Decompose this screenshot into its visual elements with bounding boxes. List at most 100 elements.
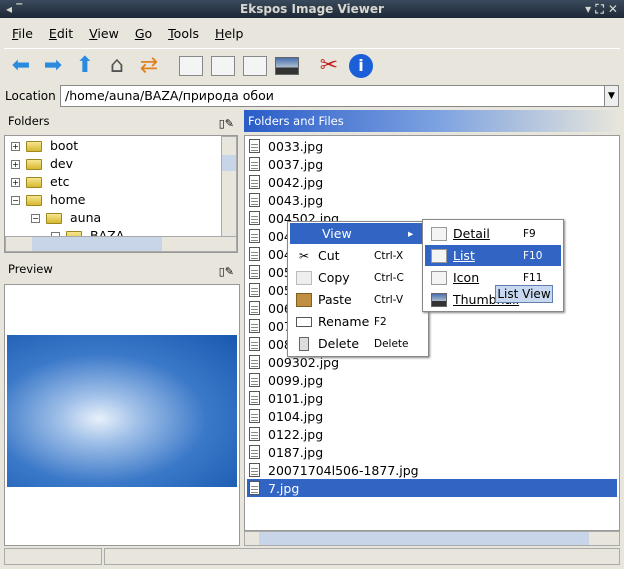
- forward-icon[interactable]: ➡: [40, 53, 66, 79]
- folder-icon: [26, 176, 42, 188]
- menu-go[interactable]: Go: [135, 26, 152, 41]
- file-item[interactable]: 0042.jpg: [247, 173, 617, 191]
- location-bar: Location /home/auna/BAZA/природа обои ▼: [4, 84, 620, 108]
- window-controls[interactable]: ▾ ⛶ ✕: [585, 0, 618, 18]
- paste-icon: [296, 292, 312, 307]
- file-item[interactable]: 0043.jpg: [247, 191, 617, 209]
- context-menu-view[interactable]: View ▸: [290, 223, 426, 244]
- file-item[interactable]: 20071704l506-1877.jpg: [247, 461, 617, 479]
- tree-item-dev[interactable]: + dev: [11, 155, 73, 173]
- file-icon: [249, 355, 260, 369]
- file-icon: [249, 247, 260, 261]
- file-name: 0033.jpg: [268, 138, 324, 154]
- copy-icon: [296, 270, 312, 285]
- context-menu-paste[interactable]: Paste Ctrl-V: [290, 289, 426, 310]
- file-item[interactable]: 0104.jpg: [247, 407, 617, 425]
- title-bar: Ekspos Image Viewer ◂ ‾ ▾ ⛶ ✕: [0, 0, 624, 18]
- expand-icon[interactable]: +: [11, 177, 20, 187]
- icon-view-icon: [431, 270, 447, 285]
- menu-view[interactable]: View: [89, 26, 119, 41]
- tree-item-boot[interactable]: + boot: [11, 137, 78, 155]
- detail-view-icon: [431, 226, 447, 241]
- files-panel-header: Folders and Files: [244, 110, 620, 132]
- location-label: Location: [5, 89, 56, 103]
- location-dropdown-button[interactable]: ▼: [604, 85, 619, 107]
- folder-icon: [26, 194, 42, 206]
- menu-tools[interactable]: Tools: [168, 26, 199, 41]
- collapse-icon[interactable]: −: [11, 195, 20, 205]
- location-input[interactable]: /home/auna/BAZA/природа обои: [60, 85, 606, 107]
- tree-item-etc[interactable]: + etc: [11, 173, 69, 191]
- tree-item-auna[interactable]: − auna: [31, 209, 101, 227]
- menu-help[interactable]: Help: [215, 26, 244, 41]
- file-icon: [249, 319, 260, 333]
- collapse-icon[interactable]: −: [31, 213, 40, 223]
- preview-title: Preview: [8, 262, 53, 276]
- home-icon[interactable]: ⌂: [104, 53, 130, 79]
- file-icon: [249, 139, 260, 153]
- file-name: 0037.jpg: [268, 156, 324, 172]
- file-icon: [249, 445, 260, 459]
- info-icon[interactable]: i: [348, 53, 374, 79]
- preview-panel-header: Preview ▯✎: [4, 258, 240, 280]
- context-menu-cut[interactable]: ✂ Cut Ctrl-X: [290, 245, 426, 266]
- tree-label: boot: [50, 138, 79, 153]
- tree-label: auna: [70, 210, 102, 225]
- tree-item-home[interactable]: − home: [11, 191, 85, 209]
- menu-bar: File Edit View Go Tools Help: [4, 20, 620, 46]
- tree-label: etc: [50, 174, 70, 189]
- window-title: Ekspos Image Viewer: [240, 2, 384, 16]
- tree-label: home: [50, 192, 86, 207]
- tree-vertical-scrollbar[interactable]: [221, 136, 237, 238]
- preview-image: [7, 335, 237, 487]
- file-item[interactable]: 0101.jpg: [247, 389, 617, 407]
- tree-horizontal-scrollbar[interactable]: [5, 236, 237, 252]
- folder-icon: [46, 212, 62, 224]
- file-icon: [249, 175, 260, 189]
- refresh-icon[interactable]: ⇄: [136, 53, 162, 79]
- up-icon[interactable]: ⬆: [72, 53, 98, 79]
- file-item[interactable]: 0187.jpg: [247, 443, 617, 461]
- tree-label: dev: [50, 156, 74, 171]
- file-item[interactable]: 7.jpg: [247, 479, 617, 497]
- tooltip: List View: [495, 285, 553, 303]
- detail-view-icon[interactable]: [178, 53, 204, 79]
- file-item[interactable]: 0099.jpg: [247, 371, 617, 389]
- thumbnail-view-icon: [431, 292, 447, 307]
- file-item[interactable]: 0122.jpg: [247, 425, 617, 443]
- menu-edit[interactable]: Edit: [49, 26, 73, 41]
- submenu-list[interactable]: List F10: [425, 245, 561, 266]
- expand-icon[interactable]: +: [11, 159, 20, 169]
- rename-icon: [296, 316, 312, 327]
- file-icon: [249, 463, 260, 477]
- scissors-icon: ✂: [298, 248, 310, 263]
- tools-icon[interactable]: ✂: [316, 53, 342, 79]
- file-item[interactable]: 0033.jpg: [247, 137, 617, 155]
- file-icon: [249, 157, 260, 171]
- trash-icon: [299, 336, 309, 351]
- file-icon: [249, 391, 260, 405]
- file-icon: [249, 283, 260, 297]
- file-name: 0042.jpg: [268, 174, 324, 190]
- back-icon[interactable]: ⬅: [8, 53, 34, 79]
- submenu-detail[interactable]: Detail F9: [425, 223, 561, 244]
- thumbnail-view-icon[interactable]: [274, 53, 300, 79]
- file-icon: [249, 211, 260, 225]
- folder-tree: +boot +dev +etc −home −auna −BAZA: [4, 135, 238, 253]
- toolbar: ⬅ ➡ ⬆ ⌂ ⇄ ✂ i: [4, 48, 620, 82]
- file-icon: [249, 373, 260, 387]
- expand-icon[interactable]: +: [11, 141, 20, 151]
- context-menu-delete[interactable]: Delete Delete: [290, 333, 426, 354]
- pin-icon[interactable]: ▯✎: [219, 113, 234, 135]
- pin-icon[interactable]: ▯✎: [219, 261, 234, 283]
- list-view-icon[interactable]: [210, 53, 236, 79]
- context-menu-rename[interactable]: Rename F2: [290, 311, 426, 332]
- menu-file[interactable]: File: [12, 26, 33, 41]
- file-icon: [249, 229, 260, 243]
- window-menu-icon[interactable]: ◂ ‾: [6, 0, 22, 18]
- icon-view-icon[interactable]: [242, 53, 268, 79]
- file-item[interactable]: 0037.jpg: [247, 155, 617, 173]
- files-horizontal-scrollbar[interactable]: [244, 531, 620, 546]
- file-icon: [249, 193, 260, 207]
- context-menu-copy[interactable]: Copy Ctrl-C: [290, 267, 426, 288]
